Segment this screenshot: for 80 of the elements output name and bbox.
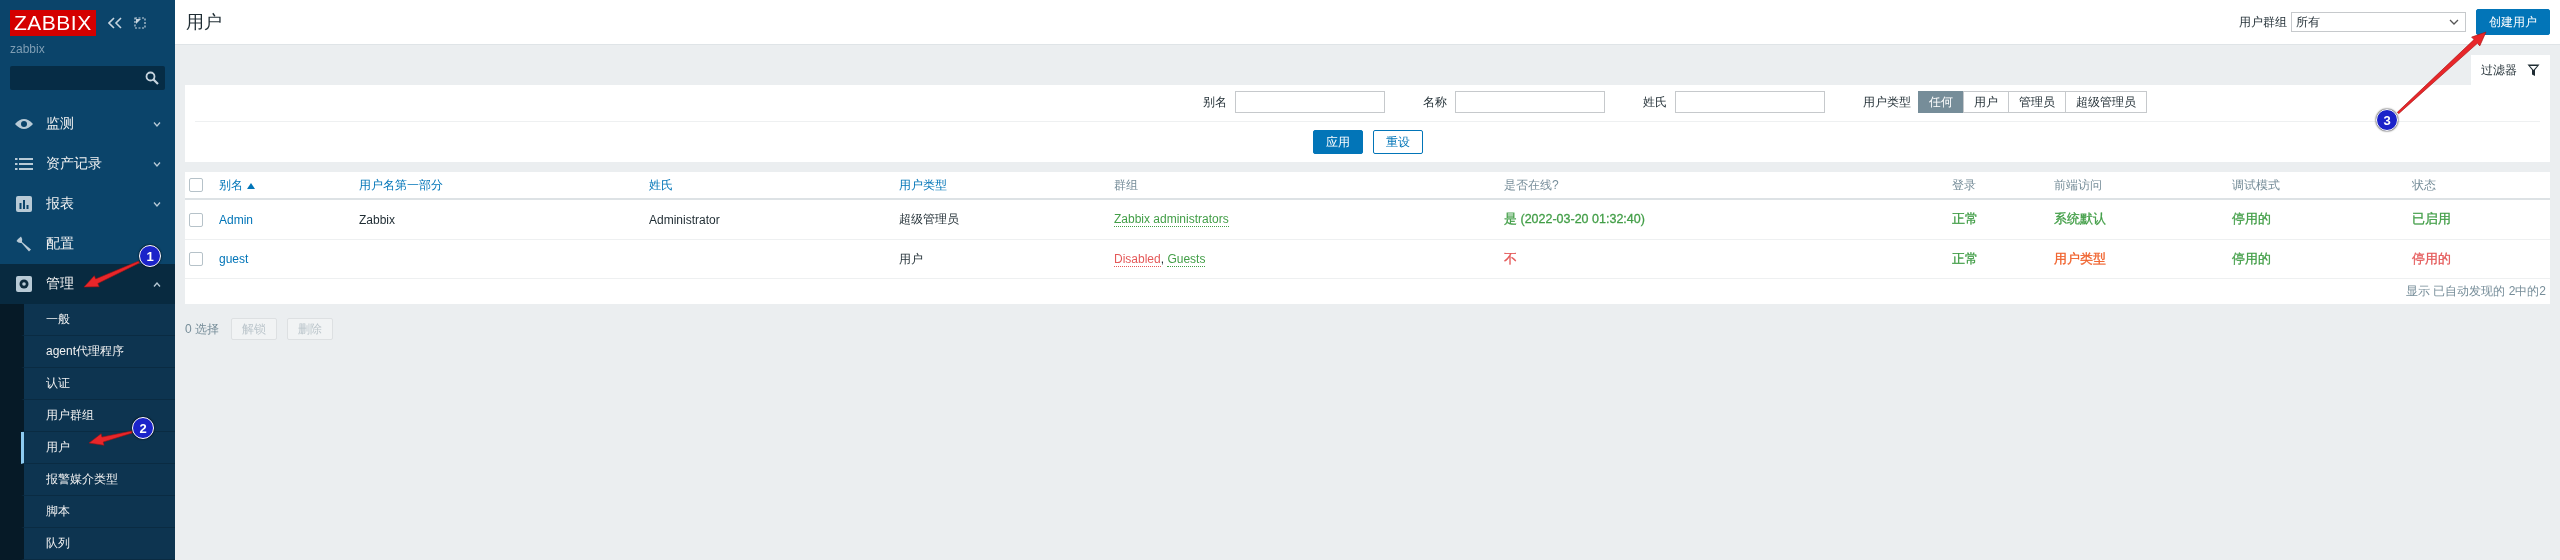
separator-text: , xyxy=(1160,252,1166,266)
filter-icon xyxy=(2527,63,2540,77)
apply-button[interactable]: 应用 xyxy=(1312,130,1363,154)
status-text[interactable]: 正常 xyxy=(1952,250,1978,268)
submenu-item[interactable]: 认证 xyxy=(21,368,175,400)
user-type-option[interactable]: 超级管理员 xyxy=(2065,91,2147,113)
status-text[interactable]: 正常 xyxy=(1952,211,1978,228)
status-text[interactable]: 停用的 xyxy=(2232,211,2271,228)
menu-item[interactable]: 管理 xyxy=(0,264,175,304)
results-count: 显示 已自动发现的 2中的2 xyxy=(2406,283,2546,300)
filter-label: 姓氏 xyxy=(1643,93,1667,111)
page-title: 用户 xyxy=(186,11,223,34)
search-icon[interactable] xyxy=(145,71,159,85)
filter-input[interactable] xyxy=(1455,91,1605,113)
group-link[interactable]: Guests xyxy=(1167,251,1206,267)
user-type-option[interactable]: 管理员 xyxy=(2008,91,2066,113)
status-text[interactable]: 已启用 xyxy=(2412,211,2451,228)
submenu-item[interactable]: 队列 xyxy=(21,528,175,560)
column-header: 群组 xyxy=(1114,176,1138,194)
table-cell: Zabbix xyxy=(359,212,396,227)
row-checkbox[interactable] xyxy=(189,212,203,227)
status-text[interactable]: 停用的 xyxy=(2412,250,2451,268)
menu-item[interactable]: 资产记录 xyxy=(46,155,102,171)
collapse-icon[interactable] xyxy=(107,17,122,29)
status-text[interactable]: 系统默认 xyxy=(2054,211,2106,228)
bar-chart-icon xyxy=(14,196,34,212)
table-cell: Administrator xyxy=(649,212,720,227)
column-header[interactable]: 别名 xyxy=(219,176,255,194)
group-link[interactable]: Disabled xyxy=(1114,251,1161,267)
dropdown-caret-icon[interactable] xyxy=(2449,19,2459,25)
group-link[interactable]: Zabbix administrators xyxy=(1114,212,1229,227)
select-all-checkbox[interactable] xyxy=(189,178,203,192)
annotation-arrow xyxy=(88,430,133,446)
status-text: 是 (2022-03-20 01:32:40) xyxy=(1504,211,1645,228)
search-field[interactable] xyxy=(10,66,165,90)
eye-icon xyxy=(14,118,34,130)
annotation-arrow xyxy=(83,260,140,288)
menu-item[interactable]: 报表 xyxy=(46,195,74,211)
submenu-item[interactable]: 脚本 xyxy=(21,496,175,528)
reset-button[interactable]: 重设 xyxy=(1372,130,1423,154)
filter-input[interactable] xyxy=(1235,91,1385,113)
menu-label[interactable]: 管理 xyxy=(46,275,74,291)
menu-item[interactable]: 配置 xyxy=(46,235,74,251)
sort-ascending-icon xyxy=(247,182,255,189)
server-name: zabbix xyxy=(9,41,46,56)
column-header: 登录 xyxy=(1952,176,1976,194)
status-text[interactable]: 停用的 xyxy=(2232,250,2271,268)
wrench-icon xyxy=(14,236,34,252)
column-header[interactable]: 用户类型 xyxy=(899,176,947,194)
submenu-item[interactable]: agent代理程序 xyxy=(21,336,175,368)
column-header[interactable]: 姓氏 xyxy=(649,176,673,194)
filter-tab[interactable]: 过滤器 xyxy=(2471,55,2550,85)
list-icon xyxy=(14,158,34,170)
user-group-label: 用户群组 xyxy=(2239,13,2287,31)
column-header: 前端访问 xyxy=(2054,176,2102,194)
submenu-item[interactable]: 报警媒介类型 xyxy=(21,464,175,496)
column-header[interactable]: 用户名第一部分 xyxy=(359,176,443,194)
fullscreen-icon[interactable] xyxy=(133,17,146,29)
status-text: 不 xyxy=(1504,250,1517,268)
table-cell: 用户 xyxy=(899,250,923,268)
filter-label: 别名 xyxy=(1203,93,1227,111)
column-header: 状态 xyxy=(2412,176,2436,194)
status-text[interactable]: 用户类型 xyxy=(2054,250,2106,268)
row-checkbox[interactable] xyxy=(189,252,203,266)
submenu-item[interactable]: 一般 xyxy=(21,304,175,336)
filter-label: 名称 xyxy=(1423,93,1447,111)
table-cell: 超级管理员 xyxy=(899,211,959,228)
user-alias-link[interactable]: Admin xyxy=(219,212,253,227)
column-header: 调试模式 xyxy=(2232,176,2280,194)
user-alias-link[interactable]: guest xyxy=(219,252,249,266)
user-group-select[interactable]: 所有 xyxy=(2291,12,2466,32)
column-header: 是否在线? xyxy=(1504,176,1559,194)
user-type-option[interactable]: 用户 xyxy=(1963,91,2009,113)
filter-label: 用户类型 xyxy=(1863,93,1911,111)
selected-count: 0 选择 xyxy=(185,320,219,338)
user-type-option[interactable]: 任何 xyxy=(1918,91,1964,113)
menu-item[interactable]: 监测 xyxy=(46,115,74,131)
filter-input[interactable] xyxy=(1675,91,1825,113)
zabbix-logo[interactable]: ZABBIX xyxy=(10,10,96,36)
create-user-button[interactable]: 创建用户 xyxy=(2476,9,2550,35)
